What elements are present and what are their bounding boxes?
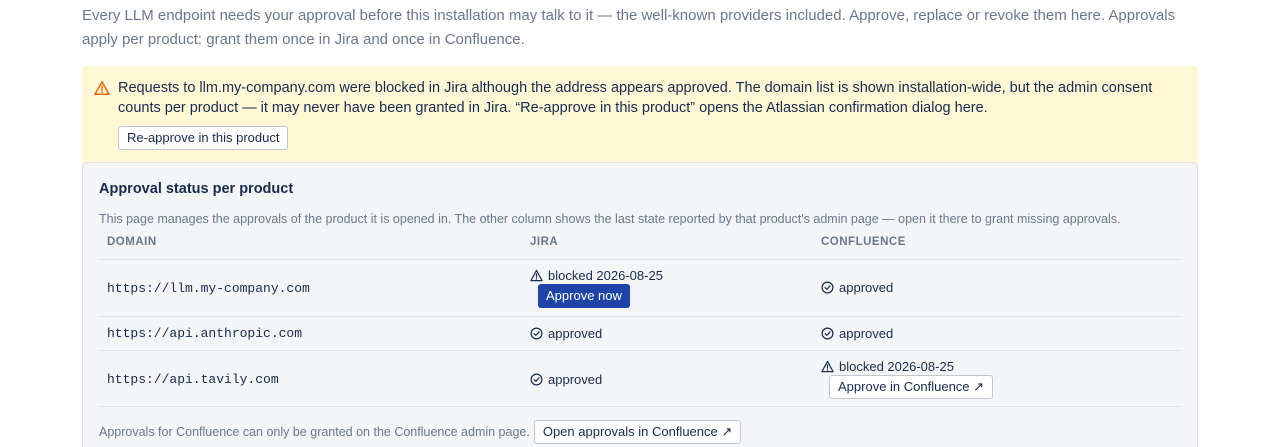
warning-triangle-icon <box>821 360 834 373</box>
check-circle-icon <box>530 327 543 340</box>
approved-status: approved <box>530 326 602 341</box>
footer-note: Approvals for Confluence can only be gra… <box>99 425 530 439</box>
blocked-status: blocked 2026-08-25 <box>530 268 663 283</box>
approved-status: approved <box>821 280 893 295</box>
domain-cell: https://llm.my-company.com <box>107 281 310 296</box>
table-row: https://llm.my-company.com blocked 2026-… <box>99 259 1181 316</box>
status-label: approved <box>548 372 603 387</box>
status-label: blocked 2026-08-25 <box>839 359 954 374</box>
open-confluence-approvals-button[interactable]: Open approvals in Confluence ↗ <box>533 420 742 444</box>
check-circle-icon <box>821 327 834 340</box>
panel-footer: Approvals for Confluence can only be gra… <box>99 420 742 444</box>
confluence-status-cell: approved <box>821 280 893 295</box>
jira-status-cell: approved <box>530 326 602 341</box>
check-circle-icon <box>821 281 834 294</box>
reapprove-button[interactable]: Re-approve in this product <box>118 126 289 150</box>
panel-title: Approval status per product <box>99 181 294 197</box>
approval-status-panel: Approval status per product This page ma… <box>82 162 1198 447</box>
warning-triangle-icon <box>530 269 543 282</box>
approved-status: approved <box>530 372 602 387</box>
column-header-jira: JIRA <box>530 236 559 248</box>
approved-status: approved <box>821 326 893 341</box>
confluence-status-cell: approved <box>821 326 893 341</box>
confluence-status-cell: blocked 2026-08-25 Approve in Confluence… <box>821 359 994 399</box>
status-label: approved <box>548 326 603 341</box>
column-header-domain: DOMAIN <box>107 236 157 248</box>
column-header-confluence: CONFLUENCE <box>821 236 906 248</box>
domain-cell: https://api.anthropic.com <box>107 326 303 341</box>
table-row: https://api.anthropic.com approved appro… <box>99 316 1181 350</box>
status-label: approved <box>839 326 894 341</box>
status-label: approved <box>839 280 894 295</box>
panel-description: This page manages the approvals of the p… <box>99 212 1121 226</box>
warning-banner: Requests to llm.my-company.com were bloc… <box>82 66 1198 170</box>
domain-cell: https://api.tavily.com <box>107 372 279 387</box>
status-label: blocked 2026-08-25 <box>548 268 663 283</box>
approve-now-button[interactable]: Approve now <box>538 284 630 308</box>
approve-in-confluence-button[interactable]: Approve in Confluence ↗ <box>829 375 994 399</box>
intro-text: Every LLM endpoint needs your approval b… <box>82 7 1176 48</box>
jira-status-cell: approved <box>530 372 602 387</box>
blocked-status: blocked 2026-08-25 <box>821 359 993 374</box>
warning-triangle-icon <box>94 80 110 96</box>
jira-status-cell: blocked 2026-08-25 Approve now <box>530 268 663 308</box>
table-row: https://api.tavily.com approved blocked … <box>99 350 1181 407</box>
warning-message: Requests to llm.my-company.com were bloc… <box>118 80 1153 116</box>
check-circle-icon <box>530 373 543 386</box>
